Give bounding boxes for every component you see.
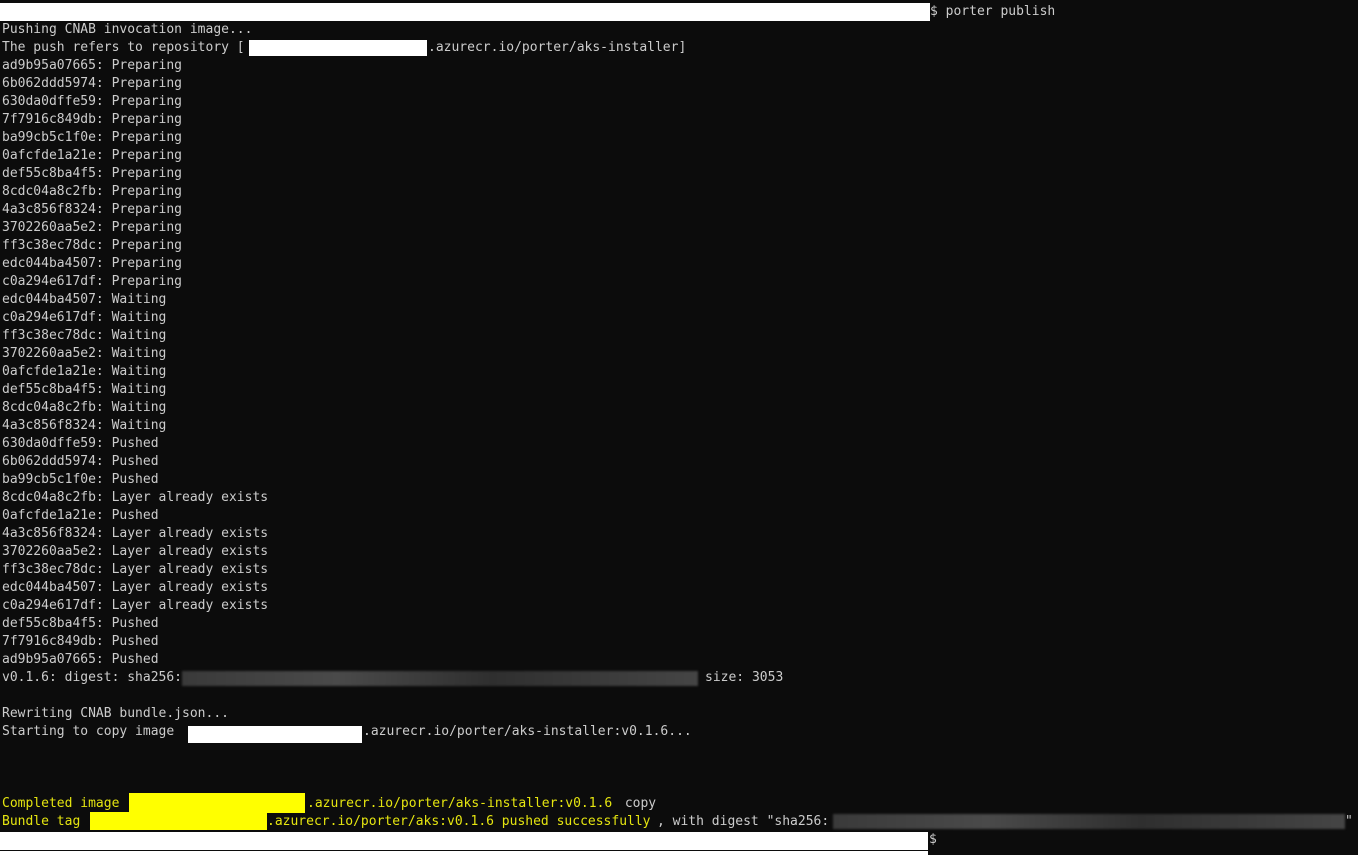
- output-line: def55c8ba4f5: Pushed: [2, 616, 159, 631]
- output-line: def55c8ba4f5: Preparing: [2, 166, 183, 181]
- output-line: 3702260aa5e2: Waiting: [2, 346, 167, 361]
- redacted-copy-source: [188, 726, 362, 743]
- output-line: c0a294e617df: Preparing: [2, 274, 183, 289]
- output-line: ff3c38ec78dc: Layer already exists: [2, 562, 269, 577]
- output-line: 7f7916c849db: Preparing: [2, 112, 183, 127]
- bundle-tag-middle: .azurecr.io/porter/aks:v0.1.6 pushed suc…: [267, 814, 651, 829]
- output-line: ad9b95a07665: Pushed: [2, 652, 159, 667]
- output-line: 8cdc04a8c2fb: Waiting: [2, 400, 167, 415]
- output-line: 6b062ddd5974: Preparing: [2, 76, 183, 91]
- output-line: edc044ba4507: Waiting: [2, 292, 167, 307]
- output-line: The push refers to repository [: [2, 40, 245, 55]
- output-line: c0a294e617df: Layer already exists: [2, 598, 269, 613]
- digest-prefix: v0.1.6: digest: sha256:: [2, 670, 183, 685]
- output-line: ba99cb5c1f0e: Preparing: [2, 130, 183, 145]
- output-line: ff3c38ec78dc: Waiting: [2, 328, 167, 343]
- output-line: 3702260aa5e2: Layer already exists: [2, 544, 269, 559]
- redacted-prompt-path: [0, 3, 930, 21]
- redacted-digest: [182, 671, 698, 686]
- redacted-trailing-prompt-path: [0, 832, 928, 850]
- completed-suffix: .azurecr.io/porter/aks-installer:v0.1.6: [307, 796, 613, 811]
- trailing-prompt: $: [929, 832, 937, 847]
- output-line: 6b062ddd5974: Pushed: [2, 454, 159, 469]
- terminal-window[interactable]: $ porter publish Pushing CNAB invocation…: [0, 0, 1358, 855]
- repo-suffix: .azurecr.io/porter/aks-installer]: [428, 40, 687, 55]
- output-line: 8cdc04a8c2fb: Preparing: [2, 184, 183, 199]
- output-line: 7f7916c849db: Pushed: [2, 634, 159, 649]
- output-line: 630da0dffe59: Preparing: [2, 94, 183, 109]
- output-line: 3702260aa5e2: Preparing: [2, 220, 183, 235]
- copy-suffix: .azurecr.io/porter/aks-installer:v0.1.6.…: [363, 724, 692, 739]
- redacted-registry-name: [249, 40, 427, 56]
- output-line: 0afcfde1a21e: Waiting: [2, 364, 167, 379]
- output-line: 0afcfde1a21e: Preparing: [2, 148, 183, 163]
- redacted-bundle-registry: [90, 812, 267, 830]
- output-line: edc044ba4507: Preparing: [2, 256, 183, 271]
- redacted-bundle-digest: [833, 814, 1345, 829]
- bundle-tag-prefix: Bundle tag: [2, 814, 89, 829]
- bundle-tag-tail: , with digest "sha256:: [657, 814, 830, 829]
- output-line: ad9b95a07665: Preparing: [2, 58, 183, 73]
- completed-prefix: Completed image: [2, 796, 128, 811]
- output-line: Pushing CNAB invocation image...: [2, 22, 253, 37]
- bundle-tag-end: ": [1345, 814, 1353, 829]
- output-line: 630da0dffe59: Pushed: [2, 436, 159, 451]
- redacted-bottom-strip: [0, 851, 928, 855]
- output-line: edc044ba4507: Layer already exists: [2, 580, 269, 595]
- redacted-completed-image: [129, 793, 305, 813]
- digest-size: size: 3053: [705, 670, 784, 685]
- rewriting-line: Rewriting CNAB bundle.json...: [2, 706, 229, 721]
- output-line: ba99cb5c1f0e: Pushed: [2, 472, 159, 487]
- output-line: ff3c38ec78dc: Preparing: [2, 238, 183, 253]
- completed-tail: copy: [617, 796, 657, 811]
- command-prompt: $ porter publish: [930, 4, 1056, 19]
- copy-prefix: Starting to copy image: [2, 724, 183, 739]
- output-line: def55c8ba4f5: Waiting: [2, 382, 167, 397]
- output-line: 0afcfde1a21e: Pushed: [2, 508, 159, 523]
- output-line: 4a3c856f8324: Layer already exists: [2, 526, 269, 541]
- output-line: 4a3c856f8324: Waiting: [2, 418, 167, 433]
- output-line: c0a294e617df: Waiting: [2, 310, 167, 325]
- output-line: 8cdc04a8c2fb: Layer already exists: [2, 490, 269, 505]
- output-line: 4a3c856f8324: Preparing: [2, 202, 183, 217]
